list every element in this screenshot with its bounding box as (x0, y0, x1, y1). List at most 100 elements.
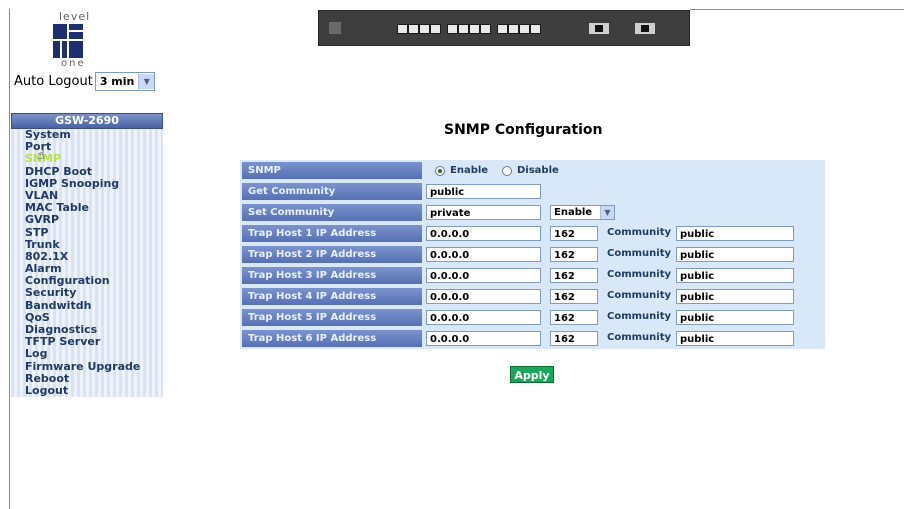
trap-host-port-input[interactable]: 162 (550, 247, 598, 262)
sidebar-title: GSW-2690 (11, 113, 163, 129)
ethernet-port-icon (458, 24, 469, 34)
sidebar-item-label: VLAN (25, 188, 59, 202)
sidebar-item-label: Security (25, 286, 77, 300)
radio-selected-icon[interactable] (435, 165, 445, 176)
trap-host-row: Trap Host 1 IP Address 0.0.0.0 162 Communit… (240, 223, 825, 244)
trap-host-row: Trap Host 6 IP Address 0.0.0.0 162 Communit… (240, 328, 825, 349)
snmp-config-table: SNMP Enable Disable Get Community public… (240, 160, 825, 349)
ethernet-port-icon (530, 24, 541, 34)
trap-host-community-input[interactable]: public (676, 247, 794, 262)
radio-unselected-icon[interactable] (502, 165, 512, 176)
sidebar-item-label: Bandwitdh (25, 298, 92, 312)
trap-host-ip-input[interactable]: 0.0.0.0 (426, 247, 541, 262)
snmp-label: SNMP (242, 162, 422, 179)
trap-host-row: Trap Host 4 IP Address 0.0.0.0 162 Communit… (240, 286, 825, 307)
device-logo-icon (329, 22, 341, 34)
sidebar-item-label: DHCP Boot (25, 164, 93, 178)
switch-panel-image (318, 10, 690, 46)
sidebar-item-label: Logout (25, 383, 69, 397)
auto-logout-value: 3 min (99, 75, 135, 88)
ethernet-port-icon (508, 24, 519, 34)
trap-host-community-input[interactable]: public (676, 289, 794, 304)
logo-mark (53, 24, 83, 58)
sidebar-item-label: Configuration (25, 274, 110, 288)
ethernet-port-icon (480, 24, 491, 34)
trap-host-label: Trap Host 4 IP Address (242, 288, 422, 305)
trap-host-community-input[interactable]: public (676, 268, 794, 283)
trap-host-row: Trap Host 3 IP Address 0.0.0.0 162 Communit… (240, 265, 825, 286)
trap-host-ip-input[interactable]: 0.0.0.0 (426, 268, 541, 283)
sidebar-item-label: TFTP Server (25, 335, 101, 349)
trap-host-community-input[interactable]: public (676, 310, 794, 325)
set-community-status-value: Enable (554, 207, 593, 218)
trap-host-ip-input[interactable]: 0.0.0.0 (426, 331, 541, 346)
set-community-status-select[interactable]: Enable ▼ (550, 205, 615, 220)
ethernet-port-icon (447, 24, 458, 34)
get-community-label: Get Community (242, 183, 422, 200)
hand-cursor-icon: ☝ (37, 148, 45, 164)
page-title: SNMP Configuration (444, 122, 603, 138)
trap-host-community-input[interactable]: public (676, 331, 794, 346)
ethernet-port-icon (408, 24, 419, 34)
snmp-row: SNMP Enable Disable (240, 160, 825, 181)
set-community-input[interactable]: private (426, 205, 541, 220)
snmp-disable-label: Disable (517, 165, 559, 176)
get-community-input[interactable]: public (426, 184, 541, 199)
trap-host-port-input[interactable]: 162 (550, 310, 598, 325)
sidebar-item-label: MAC Table (25, 201, 89, 215)
trap-host-port-input[interactable]: 162 (550, 289, 598, 304)
sidebar-item-logout[interactable]: Logout (11, 383, 163, 398)
trap-host-label: Trap Host 1 IP Address (242, 225, 422, 242)
trap-host-label: Trap Host 2 IP Address (242, 246, 422, 263)
ethernet-port-icon (497, 24, 508, 34)
community-label: Community (607, 311, 672, 322)
chevron-down-icon[interactable]: ▼ (138, 74, 155, 89)
snmp-enable-radio[interactable]: Enable (435, 165, 488, 176)
community-label: Community (607, 332, 672, 343)
frame-left-border (9, 9, 10, 509)
snmp-disable-radio[interactable]: Disable (502, 165, 559, 176)
ethernet-port-icon (397, 24, 408, 34)
auto-logout-select[interactable]: 3 min ▼ (94, 72, 156, 91)
ethernet-port-icon (519, 24, 530, 34)
sidebar-item-label: STP (25, 225, 49, 239)
sidebar: GSW-2690 System Port SNMP ☝ DHCP Boot IGMP Sn… (11, 113, 163, 398)
trap-host-ip-input[interactable]: 0.0.0.0 (426, 310, 541, 325)
sfp-port-icon (635, 23, 655, 34)
trap-host-port-input[interactable]: 162 (550, 331, 598, 346)
sidebar-item-label: IGMP Snooping (25, 176, 120, 190)
community-label: Community (607, 227, 672, 238)
chevron-down-icon[interactable]: ▼ (600, 206, 614, 219)
trap-host-label: Trap Host 5 IP Address (242, 309, 422, 326)
ethernet-port-icon (419, 24, 430, 34)
logo-top-text: level (59, 10, 91, 23)
levelone-logo: level one (52, 10, 96, 72)
trap-host-label: Trap Host 6 IP Address (242, 330, 422, 347)
sfp-port-icon (589, 23, 609, 34)
sidebar-item-label: Diagnostics (25, 323, 98, 336)
community-label: Community (607, 248, 672, 259)
set-community-label: Set Community (242, 204, 422, 221)
sidebar-item-label: GVRP (25, 213, 60, 227)
trap-host-port-input[interactable]: 162 (550, 226, 598, 241)
trap-host-label: Trap Host 3 IP Address (242, 267, 422, 284)
sidebar-item-label: Firmware Upgrade (25, 359, 141, 373)
sidebar-item-label: Alarm (25, 262, 62, 276)
auto-logout: Auto Logout 3 min ▼ (14, 72, 156, 91)
trap-host-ip-input[interactable]: 0.0.0.0 (426, 226, 541, 241)
sidebar-item-label: Log (25, 347, 48, 361)
trap-host-ip-input[interactable]: 0.0.0.0 (426, 289, 541, 304)
apply-button[interactable]: Apply (510, 366, 554, 383)
frame-top-border (690, 9, 904, 10)
trap-host-port-input[interactable]: 162 (550, 268, 598, 283)
get-community-row: Get Community public (240, 181, 825, 202)
sidebar-item-label: Reboot (25, 371, 70, 385)
sidebar-item-label: QoS (25, 310, 50, 324)
snmp-enable-label: Enable (450, 165, 489, 176)
sidebar-item-label: Trunk (25, 237, 60, 251)
trap-host-community-input[interactable]: public (676, 226, 794, 241)
trap-host-row: Trap Host 2 IP Address 0.0.0.0 162 Communit… (240, 244, 825, 265)
community-label: Community (607, 290, 672, 301)
set-community-row: Set Community private Enable ▼ (240, 202, 825, 223)
ethernet-port-icon (469, 24, 480, 34)
